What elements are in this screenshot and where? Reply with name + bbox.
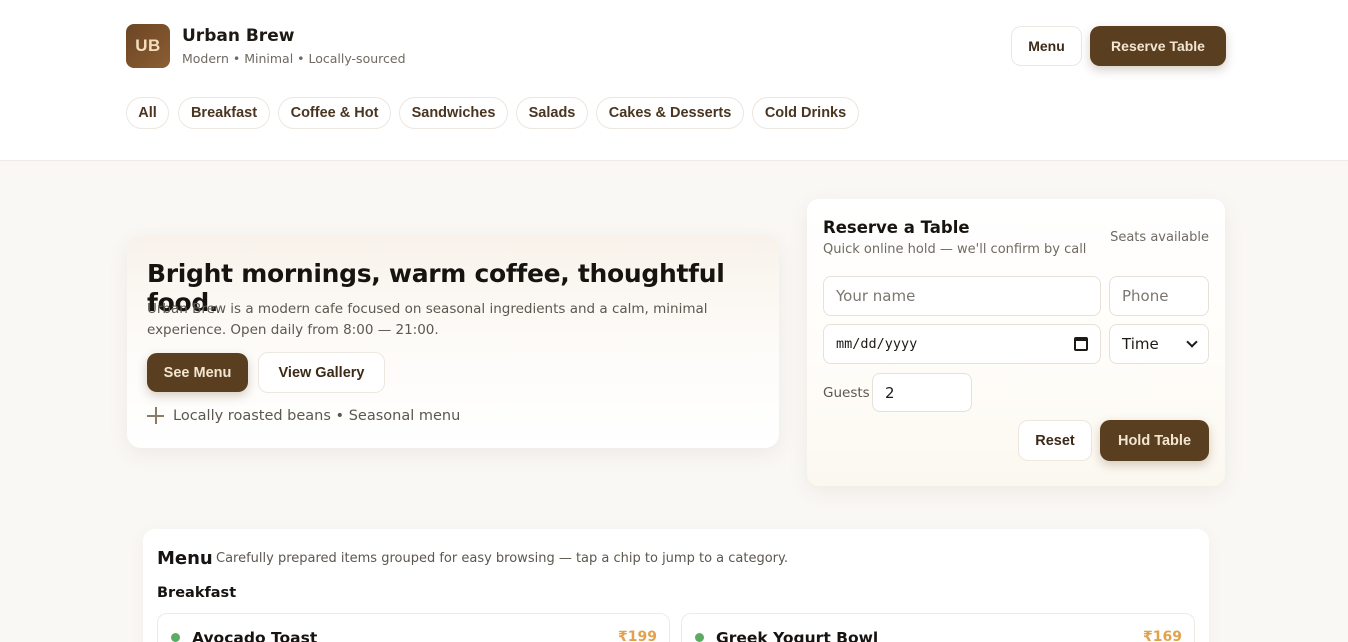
hero-description: Urban Brew is a modern cafe focused on s…	[147, 301, 708, 338]
hold-table-button[interactable]: Hold Table	[1100, 420, 1209, 461]
name-input[interactable]: Your name	[823, 276, 1101, 316]
menu-description: Carefully prepared items grouped for eas…	[216, 551, 788, 566]
hero-note-text: Locally roasted beans • Seasonal menu	[173, 407, 461, 424]
chip-coffee-hot[interactable]: Coffee & Hot	[278, 97, 391, 129]
menu-category-title: Breakfast	[157, 585, 237, 601]
chip-cakes-desserts[interactable]: Cakes & Desserts	[596, 97, 744, 129]
header-menu-button[interactable]: Menu	[1011, 26, 1082, 66]
brand-name: Urban Brew	[182, 26, 295, 46]
veg-indicator-icon	[171, 633, 180, 642]
view-gallery-button[interactable]: View Gallery	[258, 352, 385, 393]
hero-card: Bright mornings, warm coffee, thoughtful…	[127, 235, 779, 448]
plus-icon	[147, 407, 164, 424]
phone-input[interactable]: Phone	[1109, 276, 1209, 316]
menu-item-name: Greek Yogurt Bowl	[716, 629, 879, 642]
menu-item-price: ₹169	[1143, 629, 1182, 642]
chip-breakfast[interactable]: Breakfast	[178, 97, 270, 129]
header-reserve-button[interactable]: Reserve Table	[1090, 26, 1226, 66]
chip-all[interactable]: All	[126, 97, 169, 129]
reservation-title: Reserve a Table	[823, 218, 970, 237]
menu-item[interactable]: Greek Yogurt Bowl ₹169	[681, 613, 1195, 642]
date-value: mm/dd/yyyy	[836, 336, 918, 352]
reset-button[interactable]: Reset	[1018, 420, 1092, 461]
reservation-card: Reserve a Table Quick online hold — we'l…	[807, 199, 1225, 486]
date-input[interactable]: mm/dd/yyyy	[823, 324, 1101, 364]
site-header: UB Urban Brew Modern • Minimal • Locally…	[0, 0, 1348, 161]
time-value: Time	[1122, 335, 1159, 353]
seats-status: Seats available	[1110, 230, 1209, 245]
guests-label: Guests	[823, 385, 870, 401]
reservation-subtitle: Quick online hold — we'll confirm by cal…	[823, 242, 1087, 257]
menu-section: Menu Carefully prepared items grouped fo…	[143, 529, 1209, 642]
chip-salads[interactable]: Salads	[516, 97, 588, 129]
menu-item-price: ₹199	[618, 629, 657, 642]
calendar-icon[interactable]	[1074, 337, 1088, 351]
hero-note: Locally roasted beans • Seasonal menu	[147, 407, 460, 424]
menu-item[interactable]: Avocado Toast ₹199	[157, 613, 670, 642]
see-menu-button[interactable]: See Menu	[147, 353, 248, 392]
chip-sandwiches[interactable]: Sandwiches	[399, 97, 508, 129]
chevron-down-icon	[1186, 336, 1198, 348]
brand-logo[interactable]: UB	[126, 24, 170, 68]
menu-item-name: Avocado Toast	[192, 629, 318, 642]
brand-tagline: Modern • Minimal • Locally-sourced	[182, 51, 406, 66]
veg-indicator-icon	[695, 633, 704, 642]
guests-input[interactable]: 2	[872, 373, 972, 412]
time-select[interactable]: Time	[1109, 324, 1209, 364]
menu-title: Menu	[157, 548, 213, 569]
chip-cold-drinks[interactable]: Cold Drinks	[752, 97, 859, 129]
